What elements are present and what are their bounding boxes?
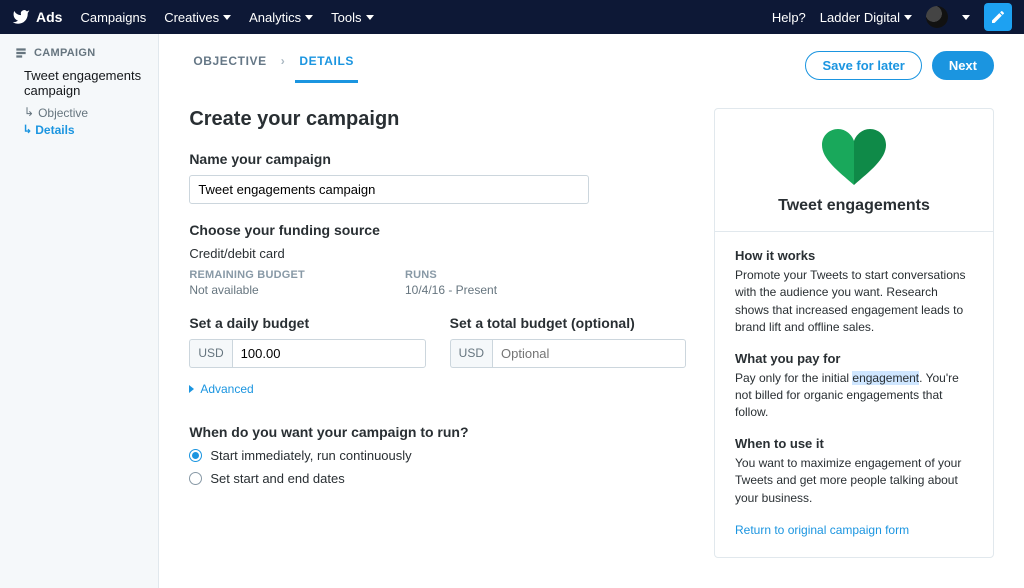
- total-budget-input-group: USD: [450, 339, 686, 368]
- funding-meta: REMAINING BUDGET Not available RUNS 10/4…: [189, 269, 686, 297]
- heart-icon: [822, 129, 886, 185]
- heart-illustration: [735, 129, 973, 185]
- remaining-label: REMAINING BUDGET: [189, 269, 305, 281]
- funding-value: Credit/debit card: [189, 246, 686, 261]
- chevron-down-icon: [904, 15, 912, 20]
- help-link[interactable]: Help?: [772, 10, 806, 25]
- arrow-icon: ↳: [24, 122, 31, 137]
- info-panel: Tweet engagements How it works Promote y…: [714, 108, 994, 558]
- avatar[interactable]: [926, 6, 948, 28]
- topbar: Ads Campaigns Creatives Analytics Tools …: [0, 0, 1024, 34]
- daily-label: Set a daily budget: [189, 315, 425, 331]
- pay-body: Pay only for the initial engagement. You…: [735, 370, 973, 422]
- save-button[interactable]: Save for later: [805, 51, 921, 80]
- schedule-option-dates[interactable]: Set start and end dates: [189, 471, 686, 486]
- currency-prefix: USD: [189, 339, 231, 368]
- account-switcher[interactable]: Ladder Digital: [820, 10, 912, 25]
- compose-button[interactable]: [984, 3, 1012, 31]
- daily-budget-input-group: USD: [189, 339, 425, 368]
- brand[interactable]: Ads: [12, 8, 62, 26]
- page-title: Create your campaign: [189, 108, 686, 131]
- divider: [715, 231, 993, 232]
- daily-budget-input[interactable]: [232, 339, 426, 368]
- chevron-down-icon: [223, 15, 231, 20]
- runs-value: 10/4/16 - Present: [405, 283, 497, 297]
- tab-objective[interactable]: OBJECTIVE: [189, 48, 270, 83]
- compose-icon: [990, 9, 1006, 25]
- triangle-right-icon: [189, 385, 194, 393]
- return-link[interactable]: Return to original campaign form: [735, 523, 909, 537]
- currency-prefix: USD: [450, 339, 492, 368]
- campaign-name-input[interactable]: [189, 175, 589, 204]
- sidebar-step-details[interactable]: ↳Details: [0, 121, 158, 138]
- tab-details[interactable]: DETAILS: [295, 48, 358, 83]
- arrow-icon: ↳: [24, 105, 34, 120]
- runs-label: RUNS: [405, 269, 497, 281]
- sidebar-step-objective[interactable]: ↳Objective: [0, 104, 158, 121]
- nav-analytics[interactable]: Analytics: [249, 10, 313, 25]
- actions: Save for later Next: [805, 51, 994, 80]
- tab-separator: ›: [279, 48, 288, 83]
- tabs-row: OBJECTIVE › DETAILS Save for later Next: [189, 34, 994, 84]
- sidebar-campaign-name: Tweet engagements campaign: [0, 68, 158, 104]
- sidebar: CAMPAIGN Tweet engagements campaign ↳Obj…: [0, 34, 159, 588]
- next-button[interactable]: Next: [932, 51, 994, 80]
- chevron-down-icon: [305, 15, 313, 20]
- how-heading: How it works: [735, 248, 973, 263]
- nav-creatives[interactable]: Creatives: [164, 10, 231, 25]
- radio-icon: [189, 472, 202, 485]
- pay-heading: What you pay for: [735, 351, 973, 366]
- content-row: Create your campaign Name your campaign …: [189, 108, 994, 558]
- highlighted-text: engagement: [852, 371, 919, 385]
- chevron-down-icon[interactable]: [962, 15, 970, 20]
- brand-text: Ads: [36, 9, 62, 25]
- runs: RUNS 10/4/16 - Present: [405, 269, 497, 297]
- tabs: OBJECTIVE › DETAILS: [189, 48, 358, 83]
- advanced-toggle[interactable]: Advanced: [189, 382, 686, 396]
- total-budget-col: Set a total budget (optional) USD: [450, 315, 686, 368]
- remaining-budget: REMAINING BUDGET Not available: [189, 269, 305, 297]
- name-label: Name your campaign: [189, 151, 686, 167]
- main: OBJECTIVE › DETAILS Save for later Next …: [159, 34, 1024, 588]
- budget-row: Set a daily budget USD Set a total budge…: [189, 315, 686, 368]
- nav-tools[interactable]: Tools: [331, 10, 373, 25]
- when-body: You want to maximize engagement of your …: [735, 455, 973, 507]
- when-heading: When to use it: [735, 436, 973, 451]
- total-label: Set a total budget (optional): [450, 315, 686, 331]
- how-body: Promote your Tweets to start conversatio…: [735, 267, 973, 337]
- info-title: Tweet engagements: [735, 197, 973, 215]
- chevron-down-icon: [366, 15, 374, 20]
- schedule-label: When do you want your campaign to run?: [189, 424, 686, 440]
- topbar-right: Help? Ladder Digital: [772, 3, 1012, 31]
- total-budget-input[interactable]: [492, 339, 686, 368]
- funding-label: Choose your funding source: [189, 222, 686, 238]
- nav-campaigns[interactable]: Campaigns: [80, 10, 146, 25]
- sidebar-section-header: CAMPAIGN: [0, 46, 158, 68]
- twitter-icon: [12, 8, 30, 26]
- layout: CAMPAIGN Tweet engagements campaign ↳Obj…: [0, 34, 1024, 588]
- radio-icon: [189, 449, 202, 462]
- remaining-value: Not available: [189, 283, 305, 297]
- form-column: Create your campaign Name your campaign …: [189, 108, 686, 558]
- schedule-option-immediate[interactable]: Start immediately, run continuously: [189, 448, 686, 463]
- campaign-icon: [14, 46, 28, 60]
- daily-budget-col: Set a daily budget USD: [189, 315, 425, 368]
- topbar-left: Ads Campaigns Creatives Analytics Tools: [12, 8, 374, 26]
